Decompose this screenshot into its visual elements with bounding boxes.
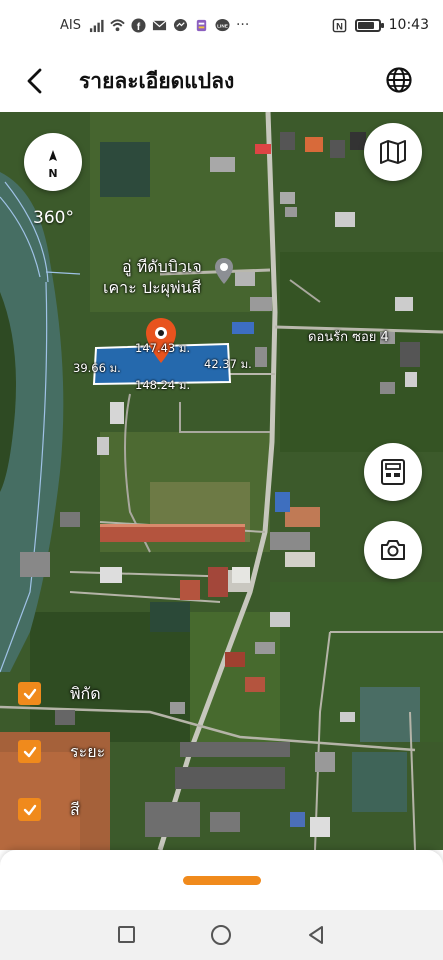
check-icon [23, 746, 36, 757]
road-label: ดอนรัก ซอย 4 [308, 330, 389, 345]
system-navigation-bar [0, 910, 443, 960]
color-label: สี [70, 800, 80, 819]
app-icon [196, 19, 207, 31]
camera-button[interactable] [364, 521, 422, 579]
layer-toggle-color[interactable]: สี [18, 798, 80, 821]
clock: 10:43 [388, 17, 429, 33]
distance-label: ระยะ [70, 742, 106, 761]
line-icon: LINE [215, 18, 230, 31]
map-icon [380, 140, 406, 164]
battery-icon [354, 18, 384, 32]
layer-toggle-coordinates[interactable]: พิกัด [18, 682, 101, 705]
status-right: N 10:43 [332, 17, 429, 33]
coordinates-checkbox[interactable] [18, 682, 41, 705]
bottom-sheet[interactable] [0, 850, 443, 916]
rotation-label: 360° [33, 208, 74, 228]
compass-needle-icon [49, 150, 57, 161]
check-icon [23, 688, 36, 699]
recents-button[interactable] [118, 926, 135, 943]
nfc-icon: N [332, 18, 346, 32]
globe-icon[interactable] [385, 66, 413, 94]
svg-text:N: N [336, 21, 343, 31]
status-bar: AIS f LINE ··· N 10:43 [0, 0, 443, 54]
header: รายละเอียดแปลง [0, 54, 443, 112]
color-checkbox[interactable] [18, 798, 41, 821]
poi-pin-icon[interactable] [214, 257, 234, 285]
compass-button[interactable]: N [24, 133, 82, 191]
back-arrow-icon[interactable] [20, 66, 50, 96]
poi-name-line2: เคาะ ปะผุพ่นสี [103, 278, 202, 297]
facebook-icon: f [131, 17, 146, 33]
layer-toggle-distance[interactable]: ระยะ [18, 740, 105, 763]
mail-icon [152, 19, 167, 30]
carrier-label: AIS [60, 17, 81, 33]
svg-text:LINE: LINE [217, 23, 228, 28]
compass-north-label: N [48, 167, 58, 180]
calculator-icon [381, 459, 405, 485]
coordinates-label: พิกัด [70, 684, 101, 703]
plot-left-length: 39.66 ม. [73, 361, 121, 375]
camera-icon [381, 540, 405, 560]
signal-icon [89, 19, 104, 32]
svg-text:f: f [137, 22, 141, 33]
calculator-button[interactable] [364, 443, 422, 501]
check-icon [23, 804, 36, 815]
nav-back-icon[interactable] [305, 924, 327, 946]
map-type-button[interactable] [364, 123, 422, 181]
plot-bottom-length: 148.24 ม. [135, 378, 191, 392]
satellite-map[interactable]: N 360° อู่ ทีดับบิวเจ เคาะ ปะผุพ่นสี ดอน… [0, 112, 443, 850]
page-title: รายละเอียดแปลง [79, 69, 235, 93]
wifi-icon [110, 18, 125, 31]
more-icon: ··· [235, 17, 250, 33]
plot-top-length: 147.43 ม. [135, 341, 191, 355]
messenger-icon [173, 18, 188, 31]
distance-checkbox[interactable] [18, 740, 41, 763]
sheet-drag-handle[interactable] [183, 876, 261, 885]
plot-right-length: 42.37 ม. [204, 357, 252, 371]
status-left: AIS f LINE ··· [60, 17, 249, 33]
home-button[interactable] [211, 925, 231, 945]
poi-name-line1: อู่ ทีดับบิวเจ [122, 257, 202, 276]
